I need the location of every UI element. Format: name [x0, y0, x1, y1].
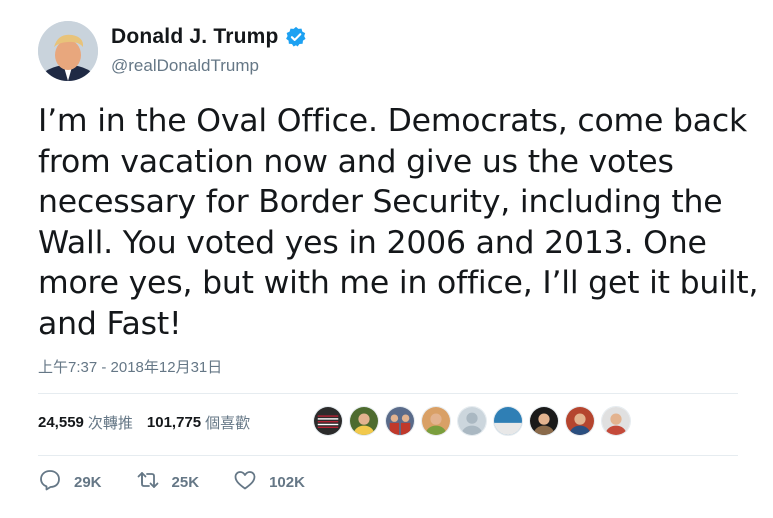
reply-count: 29K — [74, 474, 102, 491]
author-avatar[interactable] — [38, 21, 98, 81]
like-label: 個喜歡 — [205, 415, 251, 432]
retweet-button[interactable]: 25K — [136, 468, 200, 497]
tweet-stats: 24,559 次轉推 101,775 個喜歡 — [38, 412, 264, 433]
liker-avatars — [313, 406, 637, 436]
tweet-timestamp[interactable]: 上午7:37 - 2018年12月31日 — [38, 356, 222, 377]
retweet-stat[interactable]: 24,559 次轉推 — [38, 412, 133, 433]
retweet-action-count: 25K — [171, 474, 200, 491]
retweet-label: 次轉推 — [87, 415, 133, 432]
person-avatar[interactable] — [421, 406, 451, 436]
reply-icon — [38, 468, 62, 497]
tweet-actions: 29K 25K 102K — [38, 468, 339, 497]
divider — [38, 393, 738, 394]
like-count: 101,775 — [146, 414, 202, 431]
landscape-avatar[interactable] — [493, 406, 523, 436]
retweet-icon — [136, 468, 160, 497]
like-action-count: 102K — [269, 474, 305, 491]
tweet-text: I’m in the Oval Office. Democrats, come … — [38, 103, 759, 342]
person-avatar[interactable] — [601, 406, 631, 436]
like-button[interactable]: 102K — [233, 468, 305, 497]
flag-avatar[interactable] — [313, 406, 343, 436]
default-avatar[interactable] — [457, 406, 487, 436]
group-avatar[interactable] — [385, 406, 415, 436]
verified-badge-icon — [285, 26, 307, 48]
like-stat[interactable]: 101,775 個喜歡 — [147, 412, 250, 433]
divider — [38, 455, 738, 456]
reply-button[interactable]: 29K — [38, 468, 102, 497]
heart-icon — [233, 468, 257, 497]
retweet-count: 24,559 — [38, 414, 84, 431]
person-avatar[interactable] — [565, 406, 595, 436]
person-avatar[interactable] — [529, 406, 559, 436]
author-handle[interactable]: @realDonaldTrump — [111, 56, 259, 76]
author-name-row: Donald J. Trump — [111, 25, 307, 49]
author-name[interactable]: Donald J. Trump — [111, 25, 279, 49]
person-avatar[interactable] — [349, 406, 379, 436]
